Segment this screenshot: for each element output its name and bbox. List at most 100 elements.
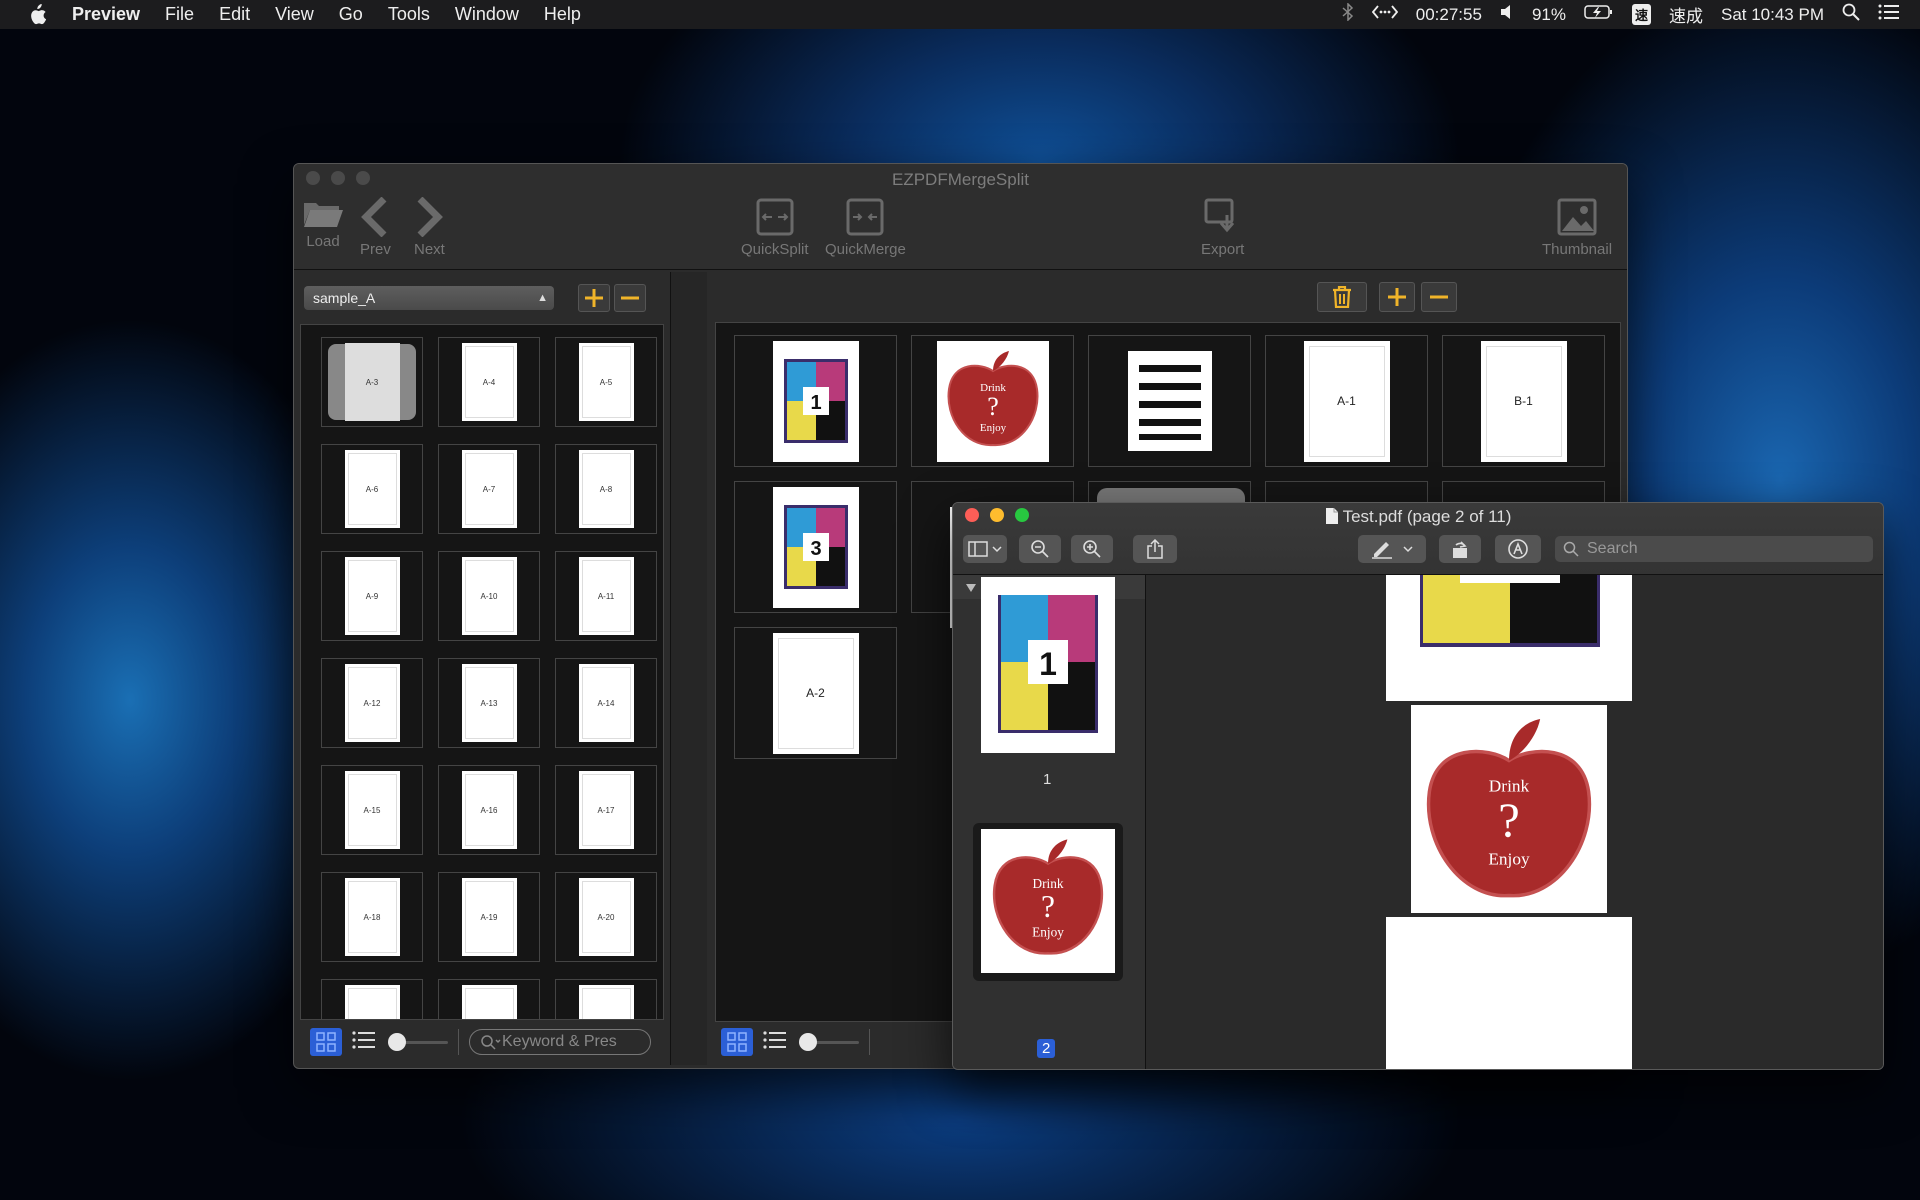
source-page-cell[interactable]: A-17 [555, 765, 657, 855]
source-page-cell[interactable]: A-5 [555, 337, 657, 427]
page-thumbnail: A-20 [578, 878, 634, 956]
source-page-cell[interactable]: A-8 [555, 444, 657, 534]
file-select-value: sample_A [313, 290, 376, 306]
output-page-cell[interactable]: A-1 [1265, 335, 1428, 467]
zoom-out-button[interactable] [1019, 535, 1061, 563]
source-page-cell[interactable]: A-10 [438, 551, 540, 641]
output-page-cell[interactable]: 3 [734, 481, 897, 613]
source-page-cell[interactable]: A-6 [321, 444, 423, 534]
source-page-cell[interactable]: A-21 [321, 979, 423, 1019]
document-view[interactable]: Drink ? Enjoy [1146, 575, 1883, 1069]
output-page-cell[interactable]: A-2 [734, 627, 897, 759]
source-pages-pane: sample_A ▲ A-3 A-4 A-5 A-6 A-7 A-8 A-9 A-10 A-11… [300, 272, 670, 1065]
source-page-cell[interactable]: A-13 [438, 658, 540, 748]
list-view-button[interactable] [352, 1030, 376, 1055]
cmyk-page-3-image: 3 [783, 505, 848, 589]
spotlight-icon[interactable] [1842, 3, 1860, 26]
battery-icon[interactable] [1584, 4, 1614, 25]
sidebar-thumbnail-2-selected[interactable]: Drink ? Enjoy [973, 823, 1123, 981]
search-field[interactable]: Search [1555, 536, 1873, 562]
markup-button[interactable] [1358, 535, 1426, 563]
battery-percent[interactable]: 91% [1532, 5, 1566, 25]
source-page-cell[interactable]: A-19 [438, 872, 540, 962]
input-method-name[interactable]: 速成 [1669, 2, 1703, 27]
quickmerge-button[interactable]: QuickMerge [825, 197, 906, 258]
remove-file-button[interactable] [614, 284, 646, 312]
document-icon [1325, 508, 1338, 524]
source-page-cell[interactable]: A-15 [321, 765, 423, 855]
thumbnail-sidebar: output 1 1 Drink ? Enjoy [953, 575, 1146, 1069]
source-page-cell[interactable]: A-7 [438, 444, 540, 534]
apple-menu-icon[interactable] [26, 3, 48, 26]
delete-button[interactable] [1317, 282, 1367, 312]
zoom-in-button[interactable] [1071, 535, 1113, 563]
menu-go[interactable]: Go [339, 4, 363, 25]
source-page-cell[interactable]: A-23 [555, 979, 657, 1019]
output-page-cell[interactable]: Drink ? Enjoy [911, 335, 1074, 467]
source-page-cell[interactable]: A-3 [321, 337, 423, 427]
apple-drink-text: Drink [1489, 777, 1530, 796]
grid-view-button[interactable] [310, 1028, 342, 1056]
source-page-cell[interactable]: A-18 [321, 872, 423, 962]
quicksplit-button[interactable]: QuickSplit [741, 197, 809, 258]
menu-app-name[interactable]: Preview [72, 4, 140, 25]
clock[interactable]: Sat 10:43 PM [1721, 5, 1824, 25]
output-page-cell[interactable]: 1 [734, 335, 897, 467]
apple-image: Drink ? Enjoy [947, 351, 1038, 447]
sidebar-toggle-button[interactable] [963, 535, 1007, 563]
source-page-cell[interactable]: A-20 [555, 872, 657, 962]
source-page-cell[interactable]: A-22 [438, 979, 540, 1019]
export-button[interactable]: Export [1201, 197, 1244, 258]
timer-text[interactable]: 00:27:55 [1416, 5, 1482, 25]
thumbnail-size-slider[interactable] [388, 1032, 448, 1052]
grid-icon [727, 1032, 747, 1052]
slider-knob[interactable] [388, 1033, 406, 1051]
menu-file[interactable]: File [165, 4, 194, 25]
source-page-cell[interactable]: A-14 [555, 658, 657, 748]
file-select[interactable]: sample_A ▲ [304, 286, 554, 310]
grid-view-button[interactable] [721, 1028, 753, 1056]
source-page-cell[interactable]: A-4 [438, 337, 540, 427]
menu-help[interactable]: Help [544, 4, 581, 25]
bluetooth-icon[interactable] [1342, 2, 1354, 26]
input-method-badge[interactable]: 速 [1631, 4, 1651, 25]
notification-center-icon[interactable] [1878, 4, 1900, 25]
thumbnail-size-slider[interactable] [799, 1032, 859, 1052]
next-button[interactable]: Next [414, 197, 445, 258]
list-view-button[interactable] [763, 1030, 787, 1055]
share-button[interactable] [1133, 535, 1177, 563]
trash-icon [1333, 286, 1351, 308]
apple-enjoy-text: Enjoy [1032, 924, 1064, 939]
rotate-button[interactable] [1439, 535, 1481, 563]
page-thumbnail: A-10 [461, 557, 517, 635]
apple-enjoy-text: Enjoy [979, 422, 1006, 434]
menu-edit[interactable]: Edit [219, 4, 250, 25]
remote-icon[interactable] [1371, 4, 1398, 25]
load-button[interactable]: Load [302, 197, 344, 250]
add-page-button[interactable] [1379, 282, 1415, 312]
source-page-cell[interactable]: A-11 [555, 551, 657, 641]
menu-view[interactable]: View [275, 4, 314, 25]
source-page-cell[interactable]: A-12 [321, 658, 423, 748]
page-number-text: 1 [1039, 646, 1057, 682]
annotate-button[interactable] [1495, 535, 1541, 563]
page-thumbnail: B-1 [1480, 340, 1567, 462]
menu-tools[interactable]: Tools [388, 4, 430, 25]
output-page-cell[interactable]: B-1 [1442, 335, 1605, 467]
volume-icon[interactable] [1500, 4, 1514, 25]
keyword-search-placeholder: Keyword & Pres [502, 1033, 617, 1050]
page-thumbnail: A-18 [344, 878, 400, 956]
pane-divider[interactable] [670, 272, 708, 1065]
sidebar-thumbnail-1[interactable]: 1 [981, 577, 1115, 753]
keyword-search-field[interactable]: Keyword & Pres [469, 1029, 651, 1055]
source-page-cell[interactable]: A-9 [321, 551, 423, 641]
source-page-cell[interactable]: A-16 [438, 765, 540, 855]
prev-button[interactable]: Prev [360, 197, 391, 258]
output-page-cell[interactable] [1088, 335, 1251, 467]
remove-page-button[interactable] [1421, 282, 1457, 312]
thumbnail-button[interactable]: Thumbnail [1542, 197, 1612, 258]
menu-window[interactable]: Window [455, 4, 519, 25]
add-file-button[interactable] [578, 284, 610, 312]
slider-knob[interactable] [799, 1033, 817, 1051]
page-thumbnail: A-23 [578, 985, 634, 1019]
